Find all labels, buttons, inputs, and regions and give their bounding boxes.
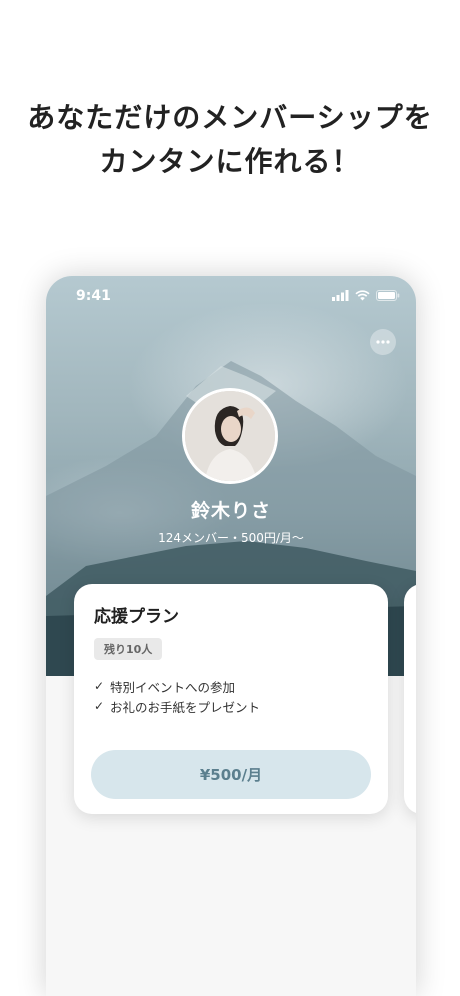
benefit-item: ✓ お礼のお手紙をプレゼント — [94, 696, 260, 716]
avatar[interactable] — [182, 388, 278, 484]
avatar-photo — [185, 391, 275, 481]
benefit-item: ✓ 特別イベントへの参加 — [94, 676, 260, 696]
phone-mockup: 9:41 鈴木りさ 124メンバー・500円/月〜 応援プラン 残り10人 ✓ … — [46, 276, 416, 996]
check-icon: ✓ — [94, 699, 105, 713]
profile-name: 鈴木りさ — [190, 500, 271, 522]
promo-line-1: あなただけのメンバーシップを — [27, 101, 433, 134]
more-options-button[interactable] — [370, 329, 396, 355]
promo-line-2: カンタンに作れる！ — [99, 145, 361, 178]
benefit-text: お礼のお手紙をプレゼント — [110, 699, 261, 715]
remaining-badge: 残り10人 — [94, 638, 163, 660]
benefit-list: ✓ 特別イベントへの参加 ✓ お礼のお手紙をプレゼント — [94, 676, 260, 716]
next-plan-card-peek[interactable] — [404, 584, 416, 814]
status-time: 9:41 — [76, 288, 111, 304]
signal-icon — [332, 290, 349, 301]
plan-card[interactable]: 応援プラン 残り10人 ✓ 特別イベントへの参加 ✓ お礼のお手紙をプレゼント … — [74, 584, 388, 814]
promo-headline: あなただけのメンバーシップを カンタンに作れる！ — [0, 96, 460, 184]
profile-member-info: 124メンバー・500円/月〜 — [158, 531, 304, 545]
status-icons — [332, 290, 400, 301]
check-icon: ✓ — [94, 679, 105, 693]
wifi-icon — [355, 290, 370, 301]
benefit-text: 特別イベントへの参加 — [110, 679, 236, 695]
status-bar: 9:41 — [46, 288, 416, 308]
more-horizontal-icon — [376, 340, 390, 344]
plan-title: 応援プラン — [94, 607, 179, 627]
battery-icon — [376, 290, 400, 301]
join-price-button[interactable]: ¥500/月 — [91, 750, 371, 799]
